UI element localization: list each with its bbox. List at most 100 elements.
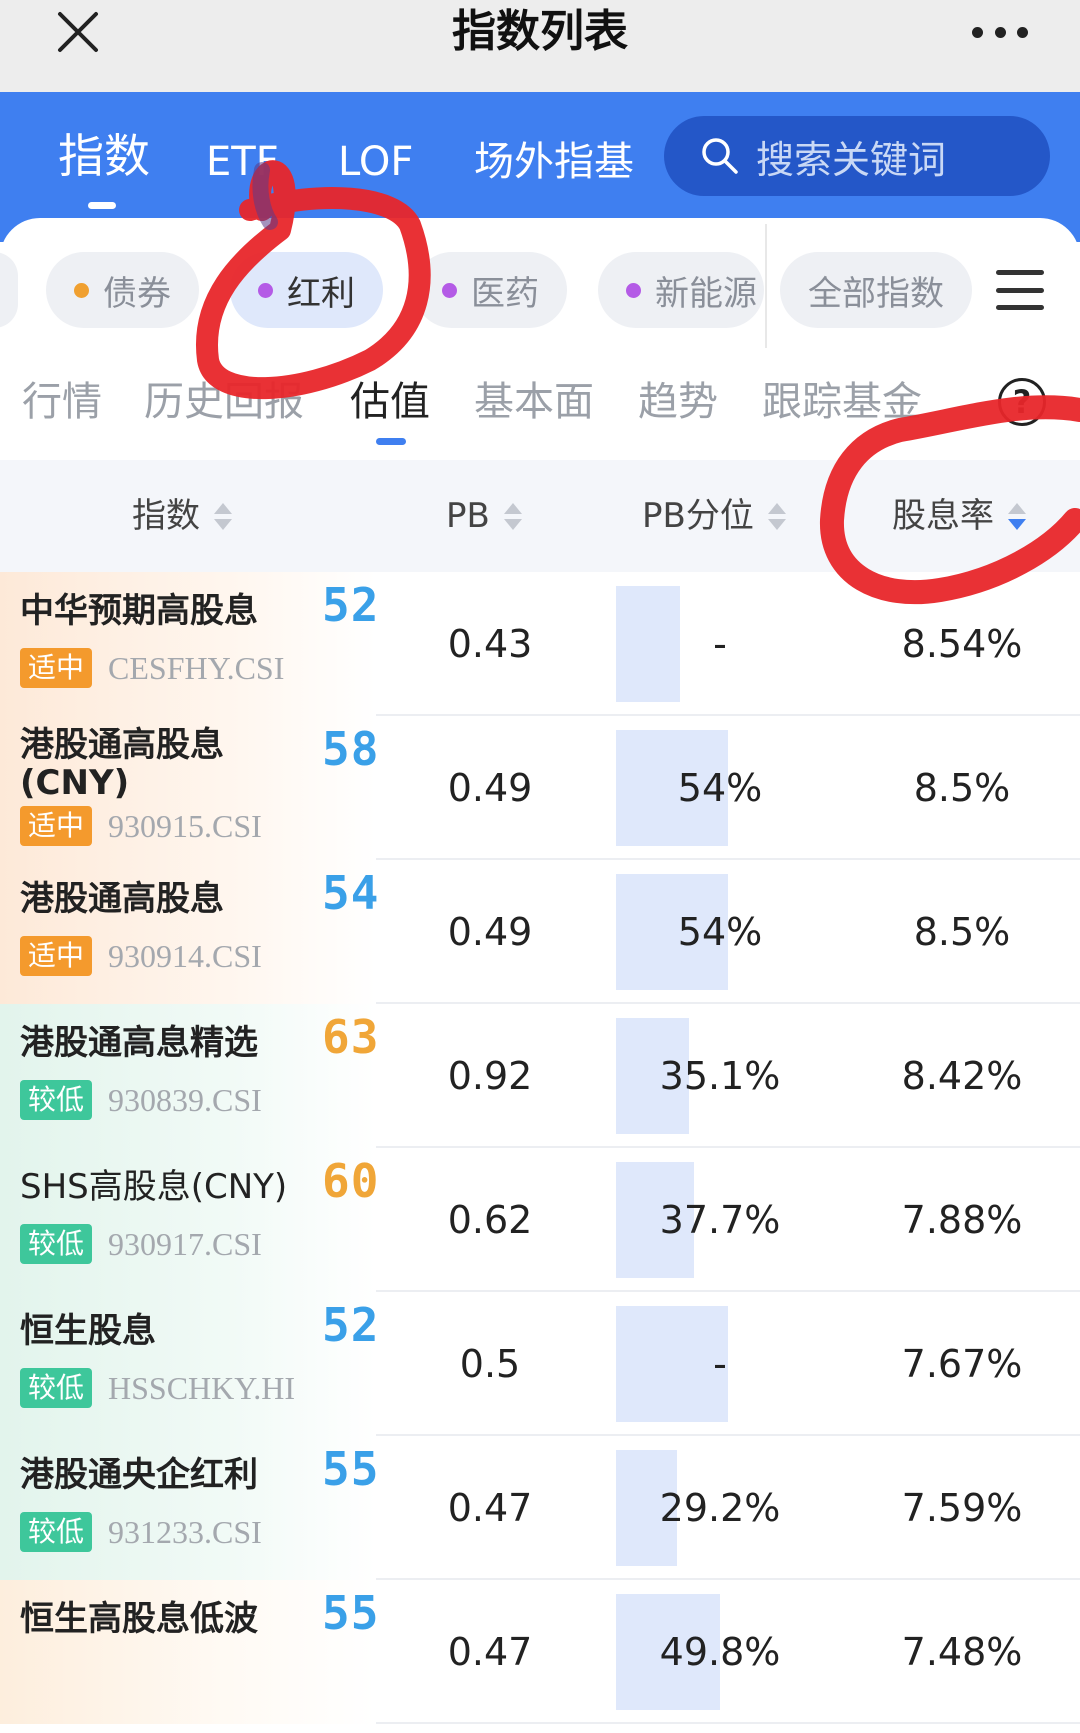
subtab-tracking-funds[interactable]: 跟踪基金 bbox=[762, 372, 922, 432]
index-name: SHS高股息(CNY) bbox=[20, 1167, 288, 1207]
index-name: 恒生高股息低波 bbox=[20, 1599, 258, 1639]
index-score: 60 bbox=[322, 1154, 380, 1208]
subtab-valuation[interactable]: 估值 bbox=[350, 372, 430, 432]
pb-value: 0.92 bbox=[447, 1054, 533, 1098]
pb-value: 0.47 bbox=[447, 1486, 533, 1530]
dividend-yield-value: 8.5% bbox=[913, 910, 1011, 954]
table-row[interactable]: 港股通高息精选 较低 930839.CSI 63 0.92 35.1% 8.42… bbox=[0, 1004, 1080, 1148]
subtab-active-indicator bbox=[376, 438, 406, 445]
table-row[interactable]: 港股通高股息 适中 930914.CSI 54 0.49 54% 8.5% bbox=[0, 860, 1080, 1004]
subtab-fundamentals[interactable]: 基本面 bbox=[474, 372, 594, 432]
tab-active-indicator bbox=[88, 202, 116, 209]
pb-percentile-value: 29.2% bbox=[659, 1486, 781, 1530]
index-name: 港股通高息精选 bbox=[20, 1023, 258, 1063]
chip-medical[interactable]: 医药 bbox=[414, 252, 567, 328]
table-row[interactable]: 恒生高股息低波 55 0.47 49.8% 7.48% bbox=[0, 1580, 1080, 1724]
search-input[interactable]: 搜索关键词 bbox=[664, 116, 1050, 196]
tab-otc-index-fund[interactable]: 场外指基 bbox=[474, 132, 634, 192]
chip-divider bbox=[765, 224, 767, 348]
sort-icon bbox=[214, 502, 232, 530]
sort-icon bbox=[503, 502, 522, 530]
search-placeholder: 搜索关键词 bbox=[756, 137, 947, 182]
index-name-cell: SHS高股息(CNY) 较低 930917.CSI 60 bbox=[0, 1148, 380, 1292]
menu-icon[interactable] bbox=[996, 270, 1044, 310]
table-row[interactable]: 中华预期高股息 适中 CESFHY.CSI 52 0.43 - 8.54% bbox=[0, 572, 1080, 716]
sort-icon bbox=[767, 502, 786, 530]
tab-etf[interactable]: ETF bbox=[206, 132, 279, 192]
title-bar: 指数列表 bbox=[0, 0, 1080, 92]
pb-value: 0.47 bbox=[447, 1630, 533, 1674]
index-score: 54 bbox=[322, 866, 380, 920]
chip-all-indices[interactable]: 全部指数 bbox=[780, 252, 972, 328]
tab-index[interactable]: 指数 bbox=[58, 126, 150, 186]
pb-percentile-value: - bbox=[713, 1342, 727, 1386]
table-row[interactable]: 港股通央企红利 较低 931233.CSI 55 0.47 29.2% 7.59… bbox=[0, 1436, 1080, 1580]
index-name-cell: 港股通高息精选 较低 930839.CSI 63 bbox=[0, 1004, 378, 1148]
chip-bond[interactable]: 债券 bbox=[46, 252, 199, 328]
index-name-cell: 港股通高股息 适中 930914.CSI 54 bbox=[0, 860, 380, 1004]
subtab-trend[interactable]: 趋势 bbox=[638, 372, 718, 432]
subtab-history-return[interactable]: 历史回报 bbox=[144, 372, 304, 432]
index-code: 930917.CSI bbox=[108, 1226, 262, 1262]
index-score: 52 bbox=[322, 578, 380, 632]
dot-icon bbox=[442, 282, 457, 298]
pb-percentile-value: 54% bbox=[677, 766, 763, 810]
column-header-pb[interactable]: PB bbox=[446, 460, 522, 572]
dot-icon bbox=[74, 282, 89, 298]
valuation-tag: 较低 bbox=[20, 1080, 93, 1120]
table-header: 指数 PB PB分位 股息率 bbox=[0, 460, 1080, 572]
more-icon[interactable] bbox=[972, 22, 1028, 42]
search-icon bbox=[702, 138, 738, 174]
dividend-yield-value: 7.59% bbox=[901, 1486, 1023, 1530]
table-row[interactable]: 恒生股息 较低 HSSCHKY.HI 52 0.5 - 7.67% bbox=[0, 1292, 1080, 1436]
dividend-yield-value: 7.88% bbox=[901, 1198, 1023, 1242]
table-row[interactable]: 港股通高股息(CNY) 适中 930915.CSI 58 0.49 54% 8.… bbox=[0, 716, 1080, 860]
pb-percentile-value: 35.1% bbox=[659, 1054, 781, 1098]
index-score: 55 bbox=[322, 1586, 380, 1640]
table-body: 中华预期高股息 适中 CESFHY.CSI 52 0.43 - 8.54% 港股… bbox=[0, 572, 1080, 1724]
page-title: 指数列表 bbox=[452, 6, 628, 57]
index-name: 中华预期高股息 bbox=[20, 591, 258, 631]
valuation-tag: 较低 bbox=[20, 1224, 93, 1264]
chip-dividend[interactable]: 红利 bbox=[230, 252, 383, 328]
dividend-yield-value: 8.5% bbox=[913, 766, 1011, 810]
column-header-dividend-yield[interactable]: 股息率 bbox=[892, 460, 1026, 572]
help-icon[interactable]: ? bbox=[998, 378, 1046, 426]
index-code: HSSCHKY.HI bbox=[108, 1370, 296, 1406]
index-code: 930914.CSI bbox=[108, 938, 262, 974]
valuation-tag: 适中 bbox=[20, 806, 93, 846]
index-name: 恒生股息 bbox=[20, 1311, 156, 1351]
index-name-cell: 港股通高股息(CNY) 适中 930915.CSI 58 bbox=[0, 716, 380, 860]
subtab-market[interactable]: 行情 bbox=[22, 372, 102, 432]
valuation-tag: 适中 bbox=[20, 648, 93, 688]
valuation-tag: 较低 bbox=[20, 1512, 93, 1552]
pb-percentile-value: 37.7% bbox=[659, 1198, 781, 1242]
index-score: 52 bbox=[322, 1298, 380, 1352]
pb-value: 0.62 bbox=[447, 1198, 533, 1242]
column-header-index[interactable]: 指数 bbox=[132, 460, 232, 572]
pb-value: 0.49 bbox=[447, 766, 533, 810]
index-name: 港股通高股息 bbox=[20, 879, 224, 919]
dot-icon bbox=[626, 282, 641, 298]
index-name-cell: 港股通央企红利 较低 931233.CSI 55 bbox=[0, 1436, 380, 1580]
table-row[interactable]: SHS高股息(CNY) 较低 930917.CSI 60 0.62 37.7% … bbox=[0, 1148, 1080, 1292]
pb-percentile-value: - bbox=[713, 622, 727, 666]
dividend-yield-value: 8.54% bbox=[901, 622, 1023, 666]
index-score: 55 bbox=[322, 1442, 380, 1496]
pb-value: 0.49 bbox=[447, 910, 533, 954]
index-score: 58 bbox=[322, 722, 380, 776]
index-name-cell: 中华预期高股息 适中 CESFHY.CSI 52 bbox=[0, 572, 380, 716]
dot-icon bbox=[258, 282, 273, 298]
dividend-yield-value: 7.67% bbox=[901, 1342, 1023, 1386]
dividend-yield-value: 8.42% bbox=[901, 1054, 1023, 1098]
valuation-tag: 较低 bbox=[20, 1368, 93, 1408]
pb-percentile-value: 49.8% bbox=[659, 1630, 781, 1674]
chip-new-energy[interactable]: 新能源 bbox=[598, 252, 764, 328]
dividend-yield-value: 7.48% bbox=[901, 1630, 1023, 1674]
pb-percentile-value: 54% bbox=[677, 910, 763, 954]
pb-value: 0.5 bbox=[459, 1342, 521, 1386]
tab-lof[interactable]: LOF bbox=[338, 132, 413, 192]
index-name-cell: 恒生股息 较低 HSSCHKY.HI 52 bbox=[0, 1292, 380, 1436]
sort-desc-icon bbox=[1008, 502, 1026, 530]
column-header-pb-percentile[interactable]: PB分位 bbox=[642, 460, 786, 572]
